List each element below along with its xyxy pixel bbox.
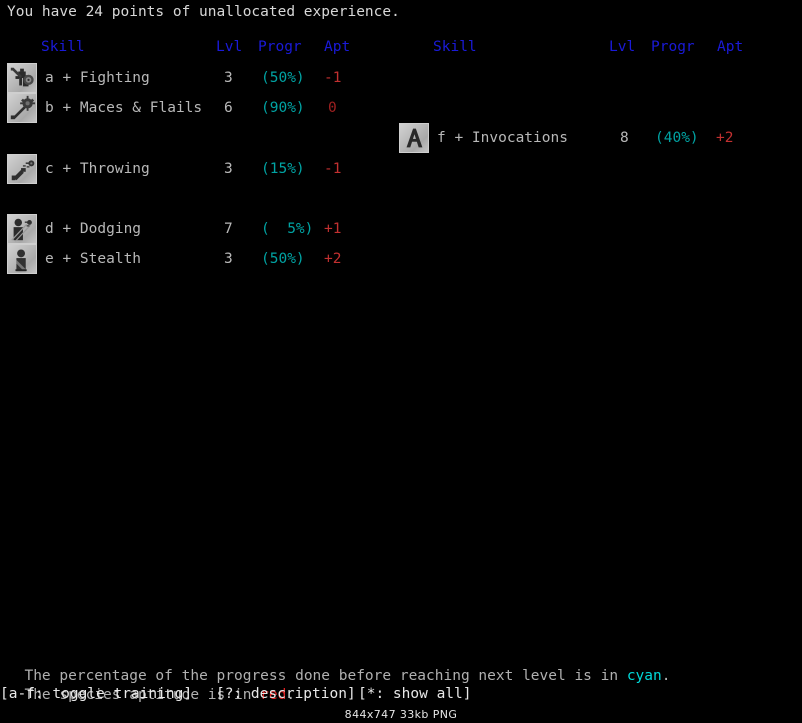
skill-row-apt-dodging: +1	[324, 221, 342, 237]
skill-row-apt-invocations: +2	[716, 130, 734, 146]
command-description[interactable]: [?: description]	[216, 684, 356, 704]
skill-row-progr-stealth: (50%)	[261, 251, 305, 267]
right-column-header-progr: Progr	[651, 39, 695, 55]
skill-row-label-dodging[interactable]: d + Dodging	[45, 219, 141, 239]
skill-row-lvl-maces-flails: 6	[224, 100, 233, 116]
fighting-icon[interactable]	[7, 63, 37, 93]
skill-row-progr-maces-flails: (90%)	[261, 100, 305, 116]
skill-row-label-maces-flails[interactable]: b + Maces & Flails	[45, 98, 202, 118]
skill-row-label-throwing[interactable]: c + Throwing	[45, 159, 150, 179]
left-column-header-apt: Apt	[324, 39, 351, 55]
stealth-icon[interactable]	[7, 244, 37, 274]
skill-row-apt-throwing: -1	[324, 161, 342, 177]
skill-row-apt-fighting: -1	[324, 70, 342, 86]
skill-row-label-stealth[interactable]: e + Stealth	[45, 249, 141, 269]
command-toggle-training[interactable]: [a-f: toggle training]	[0, 684, 192, 704]
skill-row-apt-stealth: +2	[324, 251, 342, 267]
invocations-icon[interactable]	[399, 123, 429, 153]
skill-row-lvl-stealth: 3	[224, 251, 233, 267]
skill-row-lvl-throwing: 3	[224, 161, 233, 177]
skill-row-label-invocations[interactable]: f + Invocations	[437, 128, 568, 148]
command-show-all[interactable]: [*: show all]	[358, 684, 472, 704]
skill-row-lvl-invocations: 8	[620, 130, 629, 146]
skill-row-lvl-fighting: 3	[224, 70, 233, 86]
skill-row-progr-throwing: (15%)	[261, 161, 305, 177]
legend-progress-period: .	[661, 668, 671, 685]
skill-row-apt-maces-flails: 0	[328, 100, 337, 116]
skill-row-progr-fighting: (50%)	[261, 70, 305, 86]
throwing-icon[interactable]	[7, 154, 37, 184]
left-column-header-skill: Skill	[41, 39, 85, 55]
left-column-header-lvl: Lvl	[216, 39, 243, 55]
left-column-header-progr: Progr	[258, 39, 302, 55]
skill-row-progr-invocations: (40%)	[655, 130, 699, 146]
skill-row-label-fighting[interactable]: a + Fighting	[45, 68, 150, 88]
image-watermark: 844x747 33kb PNG	[344, 708, 458, 721]
dodging-icon[interactable]	[7, 214, 37, 244]
right-column-header-skill: Skill	[433, 39, 477, 55]
right-column-header-apt: Apt	[717, 39, 744, 55]
skill-row-progr-dodging: ( 5%)	[261, 221, 314, 237]
right-column-header-lvl: Lvl	[609, 39, 636, 55]
unallocated-experience-message: You have 24 points of unallocated experi…	[7, 4, 400, 20]
mace-icon[interactable]	[7, 93, 37, 123]
skill-row-lvl-dodging: 7	[224, 221, 233, 237]
legend-cyan-keyword: cyan	[626, 668, 662, 685]
